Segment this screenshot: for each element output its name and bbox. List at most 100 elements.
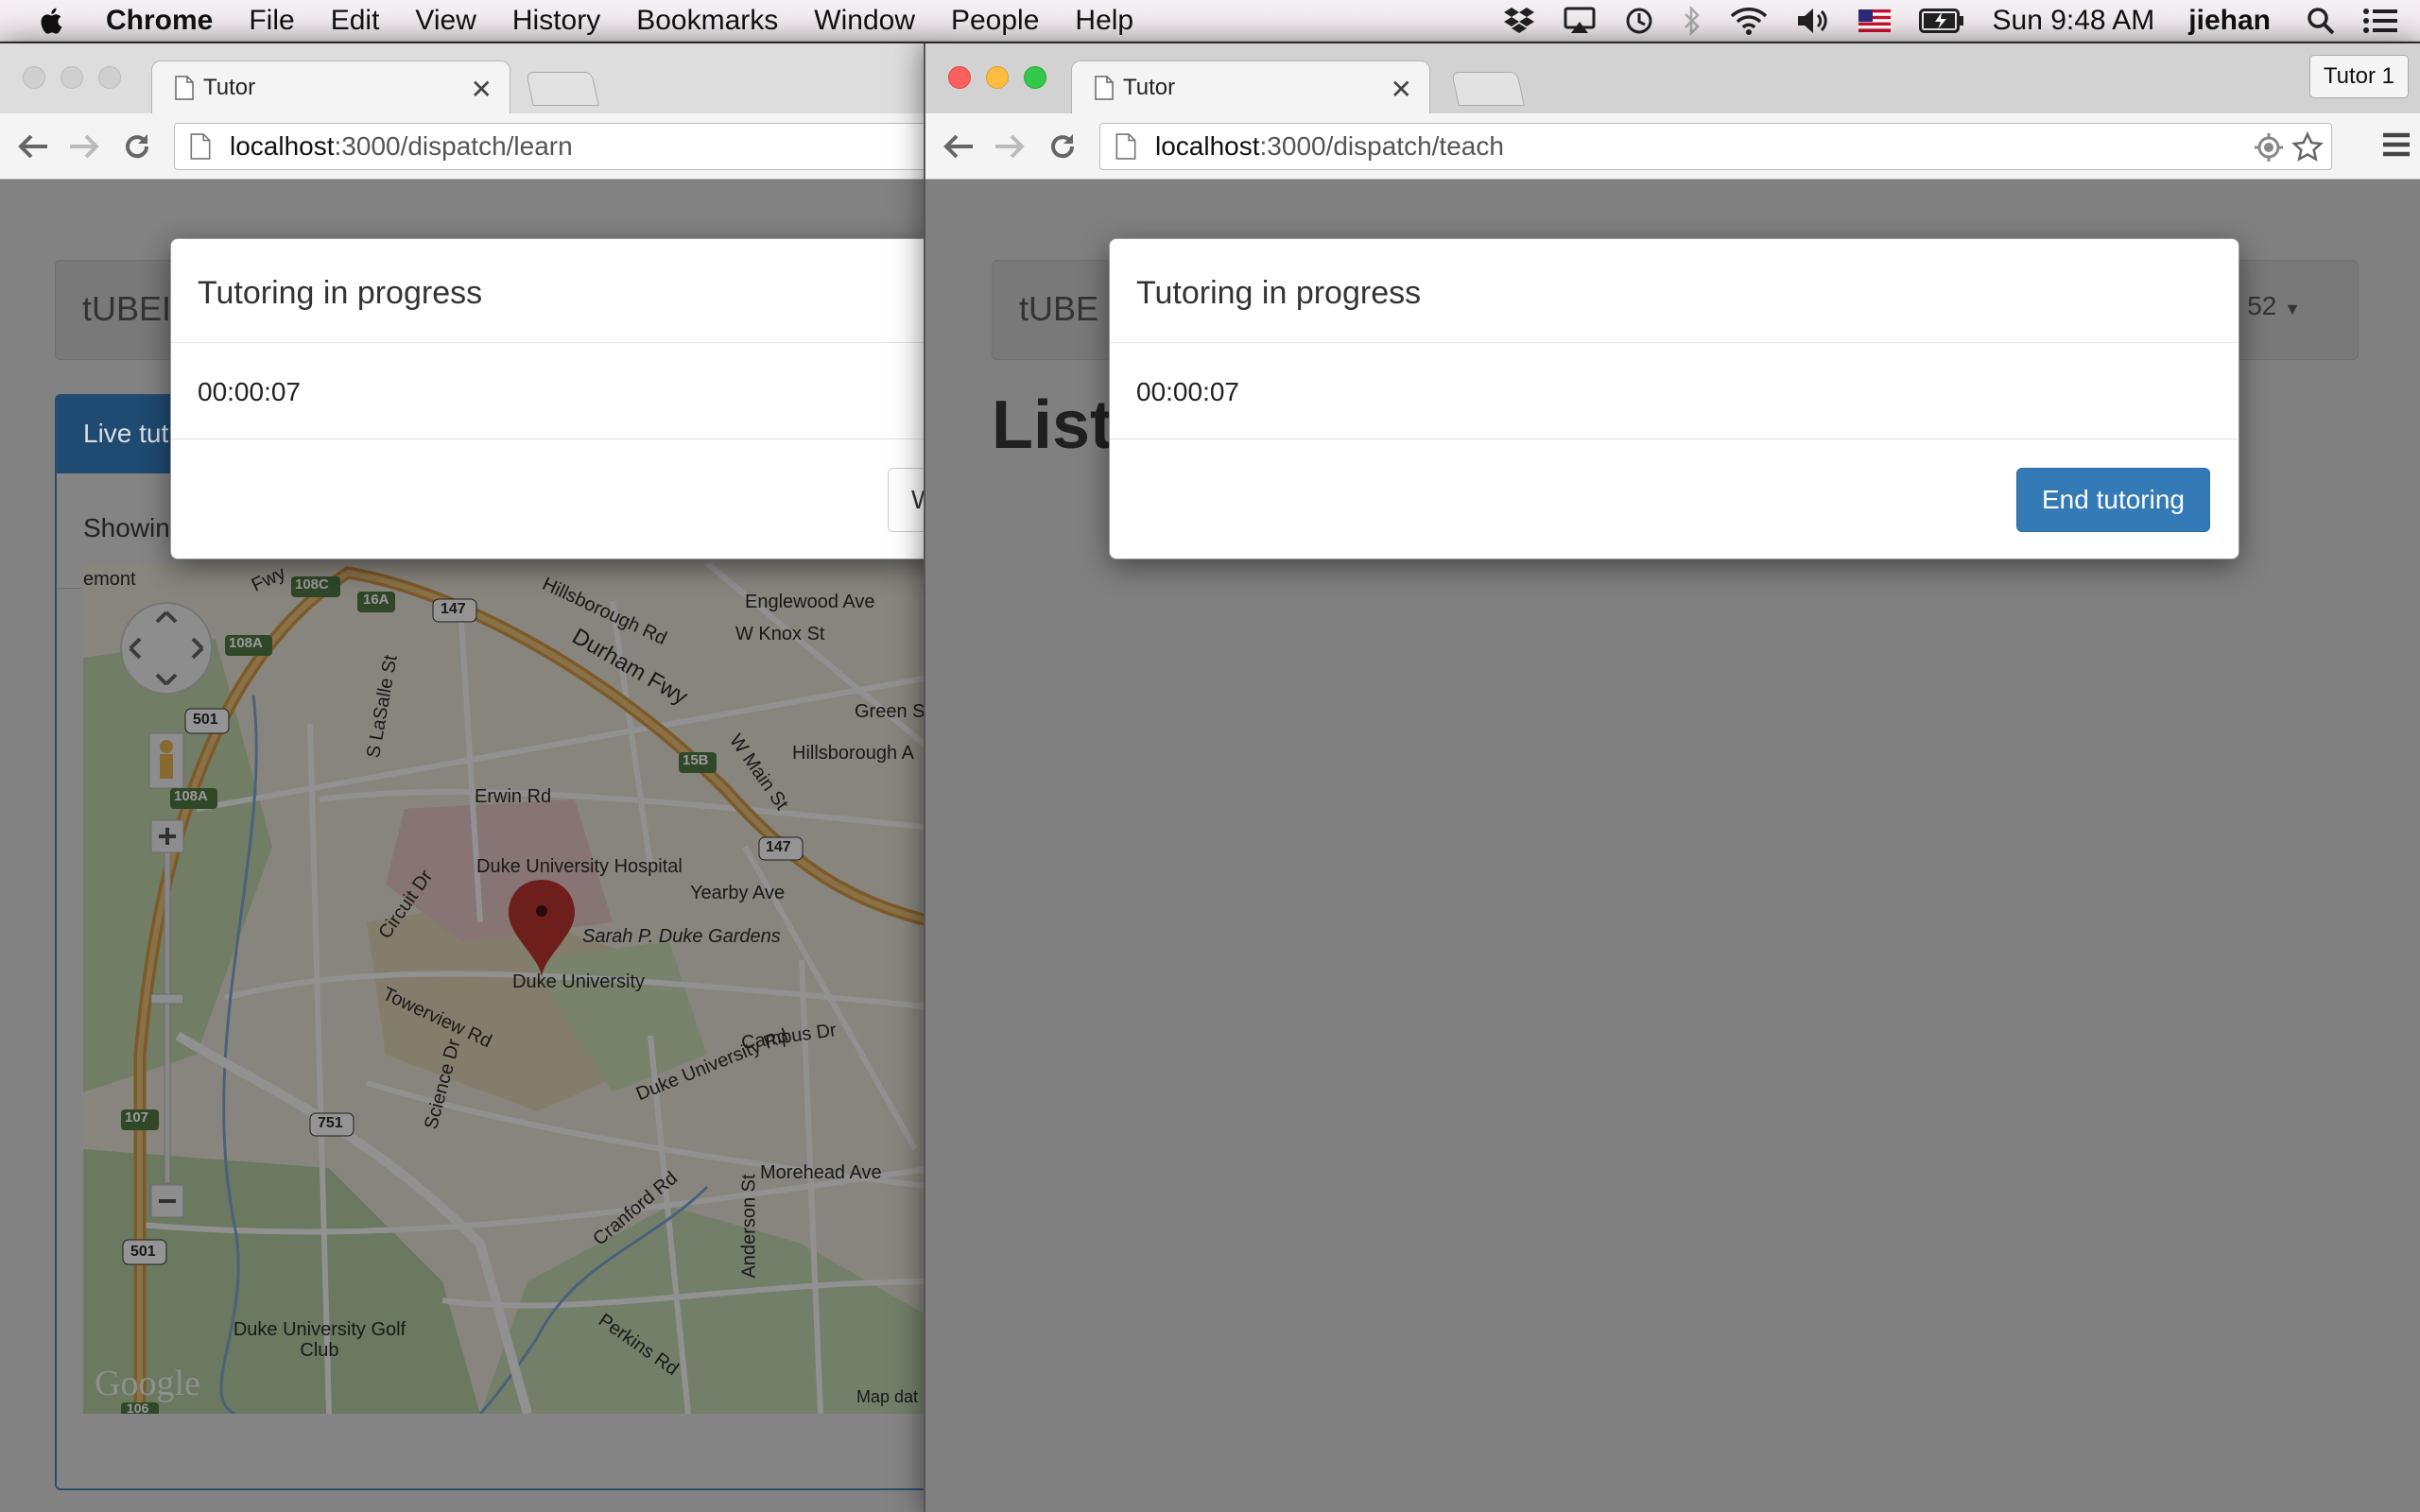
shield-label: 147: [441, 601, 466, 617]
back-arrow-icon[interactable]: [941, 129, 977, 164]
map-label: Duke University Hospital: [476, 856, 683, 877]
tab-title: Tutor: [203, 74, 256, 100]
shield-label: 501: [130, 1244, 156, 1260]
navbar-brand[interactable]: tUBEI: [82, 289, 171, 328]
page-icon: [190, 133, 211, 160]
dropbox-icon[interactable]: [1503, 0, 1535, 42]
back-arrow-icon[interactable]: [15, 129, 51, 164]
map-label: Circuit Dr: [374, 866, 438, 943]
map-label: Sarah P. Duke Gardens: [582, 926, 781, 947]
close-tab-icon[interactable]: ✕: [1391, 74, 1412, 105]
address-bar[interactable]: localhost:3000/dispatch/teach: [1099, 123, 2332, 170]
map-label: Cranford Rd: [589, 1167, 682, 1250]
apple-icon[interactable]: [36, 5, 68, 37]
reload-icon[interactable]: [119, 129, 155, 164]
tutoring-modal: Tutoring in progress 00:00:07 End tutori…: [1109, 238, 2239, 559]
modal-title: Tutoring in progress: [171, 239, 926, 343]
page-icon: [175, 75, 194, 100]
profile-button[interactable]: Tutor 1: [2308, 55, 2409, 98]
caret-down-icon: ▼: [2284, 300, 2301, 318]
shield-label: 108A: [174, 788, 208, 804]
tutoring-modal: Tutoring in progress 00:00:07 W: [170, 238, 926, 559]
tab-strip: Tutor ✕ Tutor 1: [925, 43, 2420, 113]
map[interactable]: 108C 16A 147 108A 501 108A 15B 147 751 1…: [83, 563, 926, 1414]
time-machine-icon[interactable]: [1624, 0, 1654, 42]
shield-label: 15B: [683, 752, 709, 768]
new-tab-button[interactable]: [526, 72, 599, 106]
shield-label: 751: [318, 1115, 343, 1131]
shield-label: 108A: [229, 635, 263, 651]
end-tutoring-button[interactable]: End tutoring: [2016, 468, 2210, 532]
navbar-brand[interactable]: tUBE: [1019, 289, 1098, 329]
airplay-icon[interactable]: [1564, 0, 1596, 42]
map-data-attribution[interactable]: Map dat: [856, 1387, 918, 1407]
menu-bookmarks[interactable]: Bookmarks: [636, 5, 778, 37]
menu-file[interactable]: File: [249, 5, 294, 37]
modal-footer: End tutoring: [1110, 439, 2238, 560]
minimize-window-button[interactable]: [60, 66, 83, 89]
menubar-clock[interactable]: Sun 9:48 AM: [1993, 5, 2155, 37]
zoom-window-button[interactable]: [1024, 66, 1046, 89]
browser-tab[interactable]: Tutor ✕: [1071, 60, 1430, 113]
menubar-user[interactable]: jiehan: [2188, 5, 2271, 37]
map-label: Morehead Ave: [760, 1162, 882, 1183]
map-label: Anderson St: [738, 1174, 760, 1279]
bluetooth-icon[interactable]: [1683, 0, 1702, 42]
map-label: Durham Fwy: [567, 623, 692, 711]
map-label: W Knox St: [735, 624, 825, 644]
map-label: Duke University: [512, 971, 646, 992]
map-label: Hillsborough A: [792, 743, 914, 764]
menubar: Chrome File Edit View History Bookmarks …: [0, 0, 2420, 42]
map-label: Science Dr: [421, 1037, 465, 1132]
modal-timer: 00:00:07: [1110, 343, 2238, 439]
location-icon[interactable]: [2254, 132, 2284, 163]
forward-arrow-icon[interactable]: [66, 129, 102, 164]
zoom-window-button[interactable]: [98, 66, 121, 89]
wifi-icon[interactable]: [1730, 0, 1768, 42]
chrome-menu-icon[interactable]: [2380, 129, 2412, 161]
reload-icon[interactable]: [1045, 129, 1080, 164]
url-path: :3000/dispatch/teach: [1259, 131, 1504, 161]
close-tab-icon[interactable]: ✕: [471, 74, 493, 105]
minimize-window-button[interactable]: [986, 66, 1009, 89]
map-label: Erwin Rd: [475, 786, 552, 807]
page-icon: [1115, 133, 1136, 160]
shield-label: 147: [766, 839, 791, 855]
notification-center-icon[interactable]: [2363, 0, 2397, 42]
page-icon: [1095, 75, 1114, 100]
modal-action-button[interactable]: W: [888, 468, 926, 532]
address-bar[interactable]: localhost:3000/dispatch/learn: [174, 123, 926, 170]
shield-label: 16A: [363, 592, 389, 608]
url-host: localhost: [230, 131, 335, 161]
browser-window-teach: Tutor ✕ Tutor 1 localhost:3000/dispatch/…: [924, 43, 2420, 1512]
bookmark-star-icon[interactable]: [2291, 131, 2324, 163]
browser-toolbar: localhost:3000/dispatch/learn: [0, 113, 926, 180]
shield-label: 501: [193, 712, 218, 728]
map-label: Englewood Ave: [745, 592, 875, 612]
browser-tab[interactable]: Tutor ✕: [151, 60, 510, 113]
menu-edit[interactable]: Edit: [331, 5, 380, 37]
menu-view[interactable]: View: [415, 5, 475, 37]
menu-people[interactable]: People: [951, 5, 1039, 37]
map-label: Perkins Rd: [594, 1310, 683, 1381]
menu-app-chrome[interactable]: Chrome: [106, 5, 213, 37]
menu-help[interactable]: Help: [1075, 5, 1133, 37]
url-host: localhost: [1155, 131, 1260, 161]
volume-icon[interactable]: [1796, 0, 1830, 42]
close-window-button[interactable]: [23, 66, 45, 89]
new-tab-button[interactable]: [1451, 72, 1525, 106]
modal-title: Tutoring in progress: [1110, 239, 2238, 343]
menu-history[interactable]: History: [512, 5, 600, 37]
forward-arrow-icon[interactable]: [992, 129, 1028, 164]
browser-toolbar: localhost:3000/dispatch/teach: [925, 113, 2420, 180]
user-dropdown[interactable]: 52 ▼: [2247, 291, 2301, 321]
spotlight-icon[interactable]: [2307, 0, 2335, 42]
battery-icon[interactable]: [1918, 0, 1964, 42]
modal-timer: 00:00:07: [171, 343, 926, 439]
close-window-button[interactable]: [948, 66, 971, 89]
map-label: S LaSalle St: [363, 653, 402, 760]
tab-strip: Tutor ✕: [0, 43, 926, 113]
menu-window[interactable]: Window: [814, 5, 915, 37]
us-flag-icon[interactable]: [1858, 0, 1891, 42]
map-label: Fwy: [248, 563, 289, 596]
